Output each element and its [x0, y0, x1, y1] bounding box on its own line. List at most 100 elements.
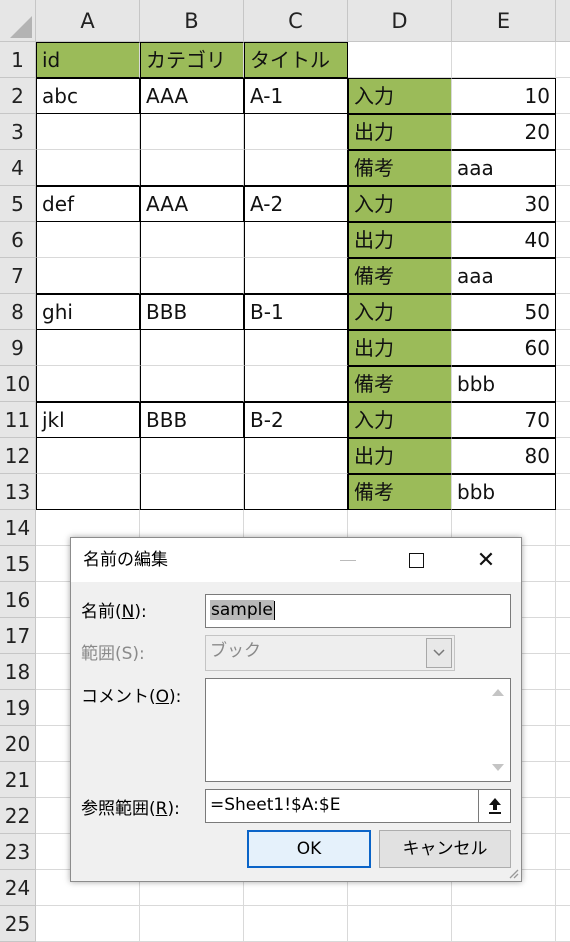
- row-header-24[interactable]: 24: [0, 870, 36, 906]
- cell[interactable]: [556, 654, 570, 690]
- record-output-value[interactable]: 20: [452, 114, 556, 150]
- cell[interactable]: [140, 114, 244, 150]
- cell[interactable]: [244, 438, 348, 474]
- cell[interactable]: [140, 906, 244, 942]
- row-header-21[interactable]: 21: [0, 762, 36, 798]
- column-header-f[interactable]: [556, 0, 570, 42]
- record-input-label[interactable]: 入力: [348, 186, 452, 222]
- row-header-13[interactable]: 13: [0, 474, 36, 510]
- cell[interactable]: [556, 618, 570, 654]
- record-note-label[interactable]: 備考: [348, 366, 452, 402]
- scroll-down-icon[interactable]: [492, 764, 504, 771]
- row-header-18[interactable]: 18: [0, 654, 36, 690]
- record-note-value[interactable]: bbb: [452, 366, 556, 402]
- record-category-cell[interactable]: AAA: [140, 78, 244, 114]
- cell[interactable]: [244, 114, 348, 150]
- row-header-6[interactable]: 6: [0, 222, 36, 258]
- row-header-14[interactable]: 14: [0, 510, 36, 546]
- cell[interactable]: [244, 258, 348, 294]
- cell[interactable]: [140, 222, 244, 258]
- header-cell-c[interactable]: タイトル: [244, 42, 348, 78]
- cell[interactable]: [36, 150, 140, 186]
- cell[interactable]: [244, 474, 348, 510]
- record-id-cell[interactable]: jkl: [36, 402, 140, 438]
- cell[interactable]: [36, 258, 140, 294]
- row-header-3[interactable]: 3: [0, 114, 36, 150]
- record-title-cell[interactable]: A-2: [244, 186, 348, 222]
- cell[interactable]: [244, 366, 348, 402]
- row-header-4[interactable]: 4: [0, 150, 36, 186]
- name-input[interactable]: sample: [205, 594, 511, 628]
- cell[interactable]: [36, 366, 140, 402]
- cell[interactable]: [556, 366, 570, 402]
- cell[interactable]: [36, 330, 140, 366]
- cell[interactable]: [556, 222, 570, 258]
- dialog-titlebar[interactable]: 名前の編集 ✕: [71, 538, 521, 582]
- row-header-15[interactable]: 15: [0, 546, 36, 582]
- record-title-cell[interactable]: B-1: [244, 294, 348, 330]
- row-header-5[interactable]: 5: [0, 186, 36, 222]
- cell[interactable]: [244, 150, 348, 186]
- record-input-label[interactable]: 入力: [348, 78, 452, 114]
- cell[interactable]: [556, 294, 570, 330]
- row-header-25[interactable]: 25: [0, 906, 36, 942]
- cell[interactable]: [244, 906, 348, 942]
- record-category-cell[interactable]: BBB: [140, 402, 244, 438]
- cell[interactable]: [556, 150, 570, 186]
- cell[interactable]: [452, 906, 556, 942]
- cell[interactable]: [556, 798, 570, 834]
- cell[interactable]: [556, 474, 570, 510]
- row-header-2[interactable]: 2: [0, 78, 36, 114]
- close-button[interactable]: ✕: [463, 538, 509, 582]
- row-header-22[interactable]: 22: [0, 798, 36, 834]
- cell[interactable]: [36, 474, 140, 510]
- ref-input[interactable]: =Sheet1!$A:$E: [205, 789, 511, 823]
- cell[interactable]: [452, 42, 556, 78]
- record-id-cell[interactable]: ghi: [36, 294, 140, 330]
- record-input-value[interactable]: 10: [452, 78, 556, 114]
- cell[interactable]: [556, 762, 570, 798]
- cell[interactable]: [140, 366, 244, 402]
- record-id-cell[interactable]: def: [36, 186, 140, 222]
- header-cell-a[interactable]: id: [36, 42, 140, 78]
- row-header-11[interactable]: 11: [0, 402, 36, 438]
- cell[interactable]: [348, 42, 452, 78]
- cell[interactable]: [36, 906, 140, 942]
- record-title-cell[interactable]: A-1: [244, 78, 348, 114]
- cell[interactable]: [140, 330, 244, 366]
- cell[interactable]: [36, 114, 140, 150]
- cell[interactable]: [556, 78, 570, 114]
- record-category-cell[interactable]: AAA: [140, 186, 244, 222]
- record-note-label[interactable]: 備考: [348, 150, 452, 186]
- record-input-value[interactable]: 30: [452, 186, 556, 222]
- cell[interactable]: [556, 870, 570, 906]
- record-note-label[interactable]: 備考: [348, 258, 452, 294]
- comment-textarea[interactable]: [205, 678, 511, 782]
- row-header-16[interactable]: 16: [0, 582, 36, 618]
- cell[interactable]: [556, 690, 570, 726]
- cell[interactable]: [556, 438, 570, 474]
- row-header-7[interactable]: 7: [0, 258, 36, 294]
- row-header-1[interactable]: 1: [0, 42, 36, 78]
- cell[interactable]: [36, 438, 140, 474]
- row-header-12[interactable]: 12: [0, 438, 36, 474]
- row-header-19[interactable]: 19: [0, 690, 36, 726]
- record-output-label[interactable]: 出力: [348, 114, 452, 150]
- cell[interactable]: [556, 42, 570, 78]
- maximize-button[interactable]: [393, 538, 439, 582]
- column-header-d[interactable]: D: [348, 0, 452, 42]
- column-header-c[interactable]: C: [244, 0, 348, 42]
- record-note-label[interactable]: 備考: [348, 474, 452, 510]
- cell[interactable]: [140, 438, 244, 474]
- record-input-label[interactable]: 入力: [348, 294, 452, 330]
- record-output-label[interactable]: 出力: [348, 438, 452, 474]
- cell[interactable]: [556, 582, 570, 618]
- row-header-17[interactable]: 17: [0, 618, 36, 654]
- cell[interactable]: [556, 114, 570, 150]
- record-output-value[interactable]: 80: [452, 438, 556, 474]
- record-note-value[interactable]: aaa: [452, 258, 556, 294]
- resize-grip-icon[interactable]: [507, 867, 519, 879]
- cell[interactable]: [556, 186, 570, 222]
- row-header-23[interactable]: 23: [0, 834, 36, 870]
- row-header-9[interactable]: 9: [0, 330, 36, 366]
